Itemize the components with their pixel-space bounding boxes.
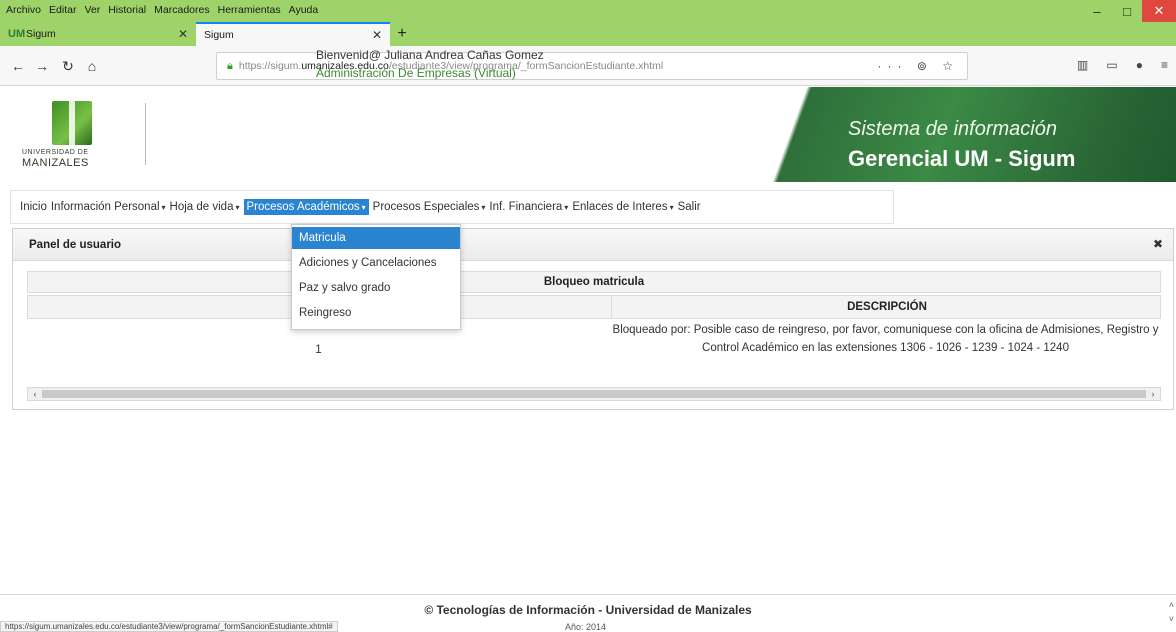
- menu-label: Inicio: [20, 201, 47, 213]
- close-window-button[interactable]: ✕: [1142, 0, 1176, 22]
- library-icon[interactable]: ▥: [1077, 58, 1088, 72]
- row-description-cell: Bloqueado por: Posible caso de reingreso…: [612, 324, 1159, 354]
- menu-inf-financiera[interactable]: Inf. Financiera ▾: [489, 201, 568, 213]
- home-icon[interactable]: ⌂: [80, 54, 104, 78]
- browser-menubar: Archivo Editar Ver Historial Marcadores …: [0, 0, 326, 20]
- menu-ayuda[interactable]: Ayuda: [289, 4, 319, 16]
- menu-historial[interactable]: Historial: [108, 4, 146, 16]
- tab-close-icon[interactable]: ✕: [372, 28, 382, 42]
- browser-titlebar: Archivo Editar Ver Historial Marcadores …: [0, 0, 1176, 46]
- new-tab-button[interactable]: +: [390, 22, 414, 46]
- dropdown-item-paz-y-salvo[interactable]: Paz y salvo grado: [292, 277, 460, 299]
- menu-ver[interactable]: Ver: [84, 4, 100, 16]
- horizontal-scrollbar[interactable]: ‹ ›: [27, 387, 1161, 401]
- extension-icon[interactable]: ●: [1136, 58, 1143, 72]
- menu-archivo[interactable]: Archivo: [6, 4, 41, 16]
- menu-herramientas[interactable]: Herramientas: [218, 4, 281, 16]
- back-icon[interactable]: ←: [6, 54, 30, 78]
- browser-navbar: ← → ↻ ⌂ 🔒︎ https://sigum. umanizales.edu…: [0, 46, 1176, 86]
- table-header-row: DESCRIPCIÓN: [27, 295, 1161, 319]
- menu-procesos-especiales[interactable]: Procesos Especiales ▾: [373, 201, 486, 213]
- forward-icon[interactable]: →: [30, 54, 54, 78]
- program-text: Administración De Empresas (Virtual): [316, 66, 516, 80]
- menu-label: Información Personal: [50, 201, 160, 213]
- vertical-scroll-arrows-icon[interactable]: ˄ ˅: [1169, 598, 1174, 626]
- menu-label: Procesos Especiales: [372, 201, 480, 213]
- window-controls: – □ ✕: [1082, 0, 1176, 22]
- reload-icon[interactable]: ↻: [56, 54, 80, 78]
- page-actions-icon[interactable]: ··· ⊚ ☆: [878, 59, 959, 73]
- url-prefix: https://sigum.: [238, 60, 302, 72]
- logo-mark-icon: [52, 101, 92, 145]
- table-row: 1 Bloqueado por: Posible caso de reingre…: [27, 319, 1161, 381]
- tab-close-icon[interactable]: ✕: [178, 27, 188, 41]
- close-icon[interactable]: ✖: [1153, 237, 1163, 251]
- banner-line2: Gerencial UM - Sigum: [848, 146, 1076, 171]
- menu-informacion-personal[interactable]: Información Personal ▾: [51, 201, 166, 213]
- scrollbar-thumb[interactable]: [42, 390, 1146, 398]
- tab-strip: UM Sigum ✕ Sigum ✕ +: [0, 22, 414, 46]
- dropdown-item-matricula[interactable]: Matricula: [292, 227, 460, 249]
- footer-year: Año: 2014: [565, 622, 607, 632]
- scroll-left-icon[interactable]: ‹: [28, 388, 42, 400]
- lock-icon: 🔒︎: [227, 59, 233, 72]
- caret-down-icon: ▾: [161, 203, 166, 212]
- tab-sigum-1[interactable]: UM Sigum ✕: [0, 22, 196, 46]
- menu-marcadores[interactable]: Marcadores: [154, 4, 209, 16]
- hamburger-menu-icon[interactable]: ≡: [1161, 58, 1168, 72]
- menu-label: Procesos Académicos: [246, 201, 360, 213]
- caret-down-icon: ▾: [564, 203, 569, 212]
- dropdown-item-adiciones[interactable]: Adiciones y Cancelaciones: [292, 252, 460, 274]
- site-menu: Inicio Información Personal ▾ Hoja de vid…: [10, 190, 894, 224]
- panel-header: Panel de usuario ✖: [13, 229, 1173, 261]
- tab-sigum-2[interactable]: Sigum ✕: [196, 22, 390, 46]
- welcome-text: Bienvenid@ Juliana Andrea Cañas Gomez: [316, 48, 544, 62]
- browser-window: Archivo Editar Ver Historial Marcadores …: [0, 0, 1176, 632]
- caret-down-icon: ▾: [481, 203, 486, 212]
- scroll-right-icon[interactable]: ›: [1146, 388, 1160, 400]
- tab-title: Sigum: [204, 29, 234, 41]
- sigum-favicon-icon: UM: [8, 28, 26, 40]
- logo-line2: MANIZALES: [22, 157, 89, 169]
- tab-title: Sigum: [26, 28, 56, 40]
- caret-down-icon: ▾: [669, 203, 674, 212]
- menu-label: Inf. Financiera: [489, 201, 563, 213]
- menu-editar[interactable]: Editar: [49, 4, 76, 16]
- banner-line1: Sistema de información: [848, 118, 1057, 140]
- column-header-descripcion: DESCRIPCIÓN: [611, 296, 1162, 318]
- menu-salir[interactable]: Salir: [678, 201, 701, 213]
- menu-label: Enlaces de Interes: [572, 201, 668, 213]
- menu-inicio[interactable]: Inicio: [20, 201, 47, 213]
- footer-text: © Tecnologías de Información - Universid…: [424, 603, 752, 617]
- sidebar-icon[interactable]: ▭: [1106, 58, 1117, 72]
- minimize-button[interactable]: –: [1082, 0, 1112, 22]
- logo-line1: UNIVERSIDAD DE: [22, 149, 89, 156]
- menu-label: Salir: [677, 201, 701, 213]
- menu-procesos-academicos[interactable]: Procesos Académicos ▾: [243, 199, 369, 215]
- university-logo: UNIVERSIDAD DE MANIZALES: [22, 101, 122, 169]
- user-panel: Panel de usuario ✖ Bloqueo matricula DES…: [12, 228, 1174, 410]
- table-caption: Bloqueo matricula: [27, 271, 1161, 293]
- footer-divider: [0, 594, 1176, 595]
- status-url: https://sigum.umanizales.edu.co/estudian…: [0, 621, 338, 632]
- menu-enlaces-de-interes[interactable]: Enlaces de Interes ▾: [572, 201, 673, 213]
- toolbar-right: ▥ ▭ ● ≡: [1077, 58, 1168, 72]
- caret-down-icon: ▾: [361, 203, 366, 212]
- panel-title: Panel de usuario: [29, 239, 122, 251]
- dropdown-item-reingreso[interactable]: Reingreso: [292, 302, 460, 324]
- menu-label: Hoja de vida: [169, 201, 234, 213]
- header-divider: [145, 103, 146, 165]
- menu-hoja-de-vida[interactable]: Hoja de vida ▾: [170, 201, 240, 213]
- caret-down-icon: ▾: [235, 203, 240, 212]
- maximize-button[interactable]: □: [1112, 0, 1142, 22]
- procesos-academicos-dropdown: Matricula Adiciones y Cancelaciones Paz …: [291, 224, 461, 330]
